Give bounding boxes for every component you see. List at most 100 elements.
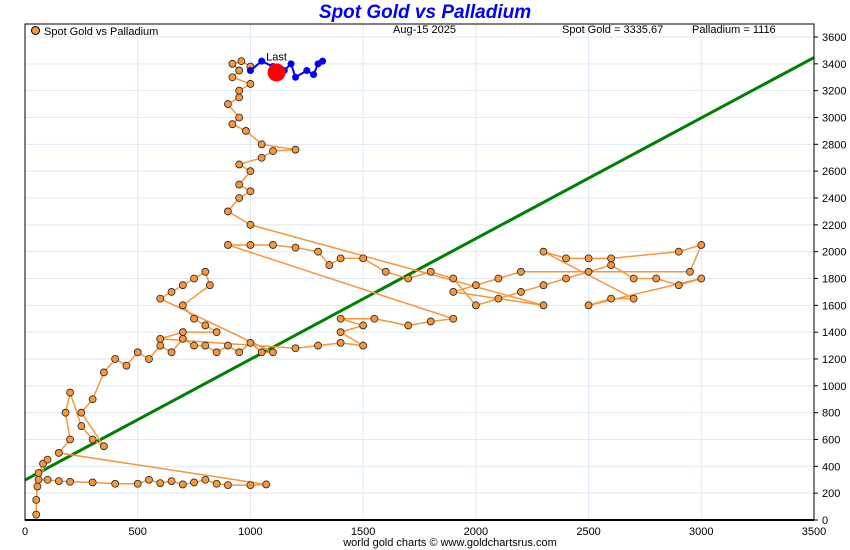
data-point xyxy=(584,301,593,310)
data-point xyxy=(674,281,683,290)
data-point xyxy=(212,348,221,357)
data-point xyxy=(167,288,176,296)
data-point xyxy=(133,348,142,357)
data-point xyxy=(34,469,43,477)
plot-area xyxy=(25,56,814,519)
y-tick-label: 2400 xyxy=(822,193,846,205)
data-point xyxy=(212,328,221,337)
data-point xyxy=(145,355,153,363)
data-point xyxy=(359,321,368,330)
data-point xyxy=(426,317,435,326)
y-tick-label: 2200 xyxy=(822,220,846,232)
data-point xyxy=(54,477,63,485)
data-point xyxy=(178,281,187,290)
data-point xyxy=(257,348,266,357)
data-point xyxy=(235,160,244,169)
data-point xyxy=(223,241,232,249)
footer-credit: world gold charts © www.goldchartsrus.co… xyxy=(343,537,557,549)
data-point xyxy=(156,341,165,350)
y-tick-label: 1200 xyxy=(822,354,846,366)
recent-point xyxy=(258,57,266,65)
data-point xyxy=(314,341,322,350)
data-point xyxy=(223,481,232,490)
data-point xyxy=(223,100,232,108)
data-point xyxy=(471,301,480,310)
data-point xyxy=(228,59,237,68)
data-point xyxy=(629,294,638,303)
data-point xyxy=(291,145,300,154)
data-point xyxy=(223,207,232,216)
data-point xyxy=(201,267,210,276)
data-point xyxy=(262,480,271,489)
y-tick-label: 3600 xyxy=(822,32,846,44)
y-tick-label: 2600 xyxy=(822,166,846,178)
data-point xyxy=(156,334,165,343)
date-label: Aug-15 2025 xyxy=(393,24,456,36)
data-point xyxy=(697,241,706,249)
recent-point xyxy=(287,60,295,68)
data-point xyxy=(325,261,334,269)
data-point xyxy=(66,435,74,444)
data-point xyxy=(494,294,503,303)
data-point xyxy=(77,422,86,430)
recent-point xyxy=(303,67,311,75)
data-point xyxy=(246,220,255,229)
data-point xyxy=(269,147,277,155)
data-point xyxy=(111,355,120,363)
data-point xyxy=(145,475,153,484)
legend-marker-icon xyxy=(31,26,40,35)
data-point xyxy=(167,477,176,485)
data-point xyxy=(201,321,210,330)
data-point xyxy=(223,341,232,350)
y-tick-label: 1800 xyxy=(822,274,846,286)
y-tick-label: 800 xyxy=(822,408,840,420)
data-point xyxy=(314,247,322,256)
data-point xyxy=(697,274,706,283)
data-point xyxy=(122,361,131,370)
gold-price-label: Spot Gold = 3335.67 xyxy=(562,24,664,36)
data-point xyxy=(43,455,52,464)
data-point xyxy=(235,66,244,75)
data-point xyxy=(471,281,480,290)
scatter-chart: 0200400600800100012001400160018002000220… xyxy=(22,23,846,538)
data-point xyxy=(607,294,616,303)
data-point xyxy=(336,254,345,263)
recent-point xyxy=(292,73,300,81)
legend: Spot Gold vs Palladium xyxy=(31,26,158,38)
data-point xyxy=(77,408,86,417)
data-point xyxy=(584,254,593,263)
data-point xyxy=(190,314,198,323)
data-point xyxy=(359,254,368,263)
data-point xyxy=(178,301,187,310)
data-point xyxy=(54,449,63,457)
data-point xyxy=(539,301,548,310)
data-point xyxy=(100,442,108,451)
data-point xyxy=(235,93,244,102)
trend-line xyxy=(25,56,814,482)
data-point xyxy=(156,294,165,303)
data-point xyxy=(66,388,74,397)
data-point xyxy=(201,475,210,484)
data-point xyxy=(449,288,458,296)
data-point xyxy=(370,314,379,323)
data-point xyxy=(33,482,42,491)
data-point xyxy=(674,247,683,256)
data-point xyxy=(517,267,525,276)
data-point xyxy=(201,341,210,350)
data-point xyxy=(190,274,198,283)
data-point xyxy=(539,281,548,290)
data-point xyxy=(88,478,97,487)
data-point xyxy=(246,80,255,88)
data-point xyxy=(178,334,187,343)
recent-point xyxy=(246,67,254,75)
data-point xyxy=(235,348,244,357)
y-tick-label: 1600 xyxy=(822,300,846,312)
data-point xyxy=(111,479,120,488)
data-point xyxy=(257,140,266,149)
data-point xyxy=(336,328,345,337)
data-point xyxy=(426,267,435,276)
data-point xyxy=(629,274,638,283)
data-point xyxy=(584,267,593,276)
data-point xyxy=(246,187,255,196)
data-point xyxy=(235,86,244,95)
